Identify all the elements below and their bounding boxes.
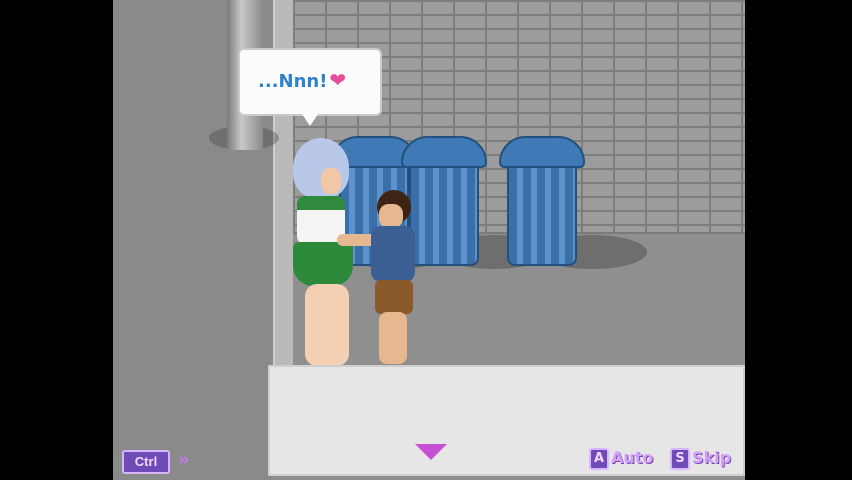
speech-text: ...Nnn! ❤ — [258, 68, 346, 92]
trash-can-lid — [401, 136, 487, 168]
fast-forward-icon[interactable]: » — [178, 449, 190, 470]
skip-button[interactable]: Skip — [692, 448, 731, 467]
boy-character — [337, 190, 425, 364]
skip-key-icon[interactable]: S — [670, 448, 690, 470]
speech-line: ...Nnn! — [258, 71, 328, 92]
auto-key-icon[interactable]: A — [589, 448, 609, 470]
trash-can — [499, 136, 585, 266]
speech-bubble: ...Nnn! ❤ — [238, 48, 382, 126]
trash-can-body — [507, 166, 577, 266]
trash-can-lid — [499, 136, 585, 168]
boy-legs — [379, 312, 407, 364]
girl-hair — [293, 138, 349, 198]
girl-character — [291, 138, 363, 366]
boy-shorts — [375, 280, 413, 314]
auto-button[interactable]: Auto — [611, 448, 653, 467]
advance-arrow-icon[interactable] — [415, 444, 447, 460]
girl-face — [321, 168, 341, 194]
girl-sailor-collar — [297, 196, 345, 210]
boy-face — [379, 204, 403, 228]
heart-icon: ❤ — [329, 68, 347, 92]
girl-skirt — [293, 242, 353, 286]
ctrl-button[interactable]: Ctrl — [122, 450, 170, 474]
boy-shirt — [371, 226, 415, 282]
girl-legs — [305, 284, 349, 366]
